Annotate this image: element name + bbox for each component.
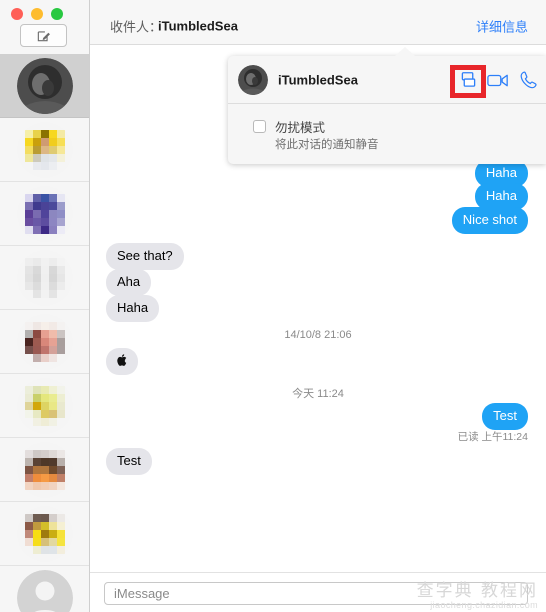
- avatar: [16, 57, 73, 114]
- details-popover: iTumbledSea 勿扰模式 将此对话的通知静音: [228, 47, 546, 164]
- message-timestamp: 今天 11:24: [292, 388, 344, 400]
- do-not-disturb-label: 勿扰模式: [275, 121, 326, 135]
- imessage-input[interactable]: iMessage: [104, 582, 528, 605]
- do-not-disturb-description: 将此对话的通知静音: [275, 139, 379, 151]
- message-bubble-incoming[interactable]: Aha: [106, 269, 152, 296]
- message-timestamp: 14/10/8 21:06: [284, 329, 352, 341]
- message-bubble-incoming[interactable]: Haha: [102, 295, 160, 322]
- recipient-value[interactable]: iTumbledSea: [158, 19, 238, 34]
- conversation-header: 收件人： iTumbledSea 详细信息: [90, 0, 546, 45]
- popover-arrow: [395, 47, 415, 56]
- compose-pencil-icon: [36, 28, 51, 43]
- compose-new-message-button[interactable]: [20, 24, 67, 47]
- composer-bar: iMessage: [90, 572, 546, 612]
- imessage-window: 收件人： iTumbledSea 详细信息 与“+86 Haha Haha Ni…: [0, 0, 546, 612]
- details-link[interactable]: 详细信息: [476, 17, 528, 36]
- avatar: [16, 185, 73, 242]
- popover-contact-row: iTumbledSea: [228, 56, 546, 104]
- message-bubble-incoming[interactable]: Test: [103, 448, 152, 475]
- sidebar-item-conversation-4[interactable]: [0, 246, 89, 310]
- default-person-avatar-icon: [16, 569, 73, 612]
- window-traffic-lights: [11, 8, 63, 20]
- close-window-button[interactable]: [11, 8, 23, 20]
- apple-logo-icon: [117, 353, 127, 368]
- avatar: [16, 313, 73, 370]
- avatar: [16, 377, 73, 434]
- message-bubble-outgoing[interactable]: Haha: [474, 183, 528, 210]
- avatar: [238, 65, 268, 95]
- sidebar-conversation-list[interactable]: [0, 54, 89, 612]
- message-bubble-outgoing[interactable]: Test: [482, 403, 531, 430]
- avatar: [16, 249, 73, 306]
- sidebar-item-conversation-6[interactable]: [0, 374, 89, 438]
- recipient-label: 收件人：: [110, 19, 163, 35]
- do-not-disturb-checkbox[interactable]: [253, 120, 266, 133]
- sidebar-item-conversation-2[interactable]: [0, 118, 89, 182]
- message-bubble-outgoing[interactable]: Nice shot: [451, 207, 532, 234]
- video-call-icon[interactable]: [486, 70, 510, 90]
- message-bubble-incoming[interactable]: See that?: [106, 243, 184, 270]
- audio-call-icon[interactable]: [516, 70, 540, 90]
- sidebar-item-conversation-7[interactable]: [0, 438, 89, 502]
- sidebar-item-conversation-9[interactable]: [0, 566, 89, 612]
- avatar: [16, 441, 73, 498]
- popover-contact-name: iTumbledSea: [278, 72, 358, 88]
- sidebar-item-conversation-8[interactable]: [0, 502, 89, 566]
- sidebar-item-conversation-3[interactable]: [0, 182, 89, 246]
- screen-share-highlight-box: [450, 65, 486, 98]
- maximize-window-button[interactable]: [51, 8, 63, 20]
- conversation-sidebar: [0, 0, 90, 612]
- avatar: [16, 505, 73, 562]
- message-bubble-incoming-apple-logo[interactable]: [103, 348, 138, 375]
- sidebar-item-conversation-1[interactable]: [0, 54, 89, 118]
- sidebar-item-conversation-5[interactable]: [0, 310, 89, 374]
- read-receipt: 已读 上午11:24: [457, 431, 528, 443]
- avatar: [16, 121, 73, 178]
- minimize-window-button[interactable]: [31, 8, 43, 20]
